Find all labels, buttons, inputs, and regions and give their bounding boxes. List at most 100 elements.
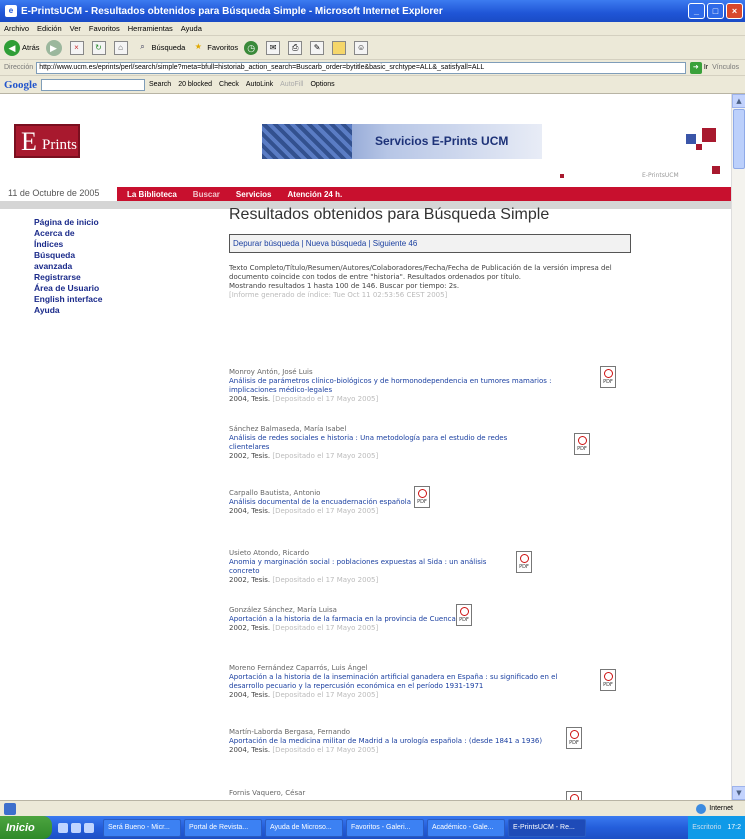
start-button[interactable]: Inicio [0,816,52,839]
nav-buscar[interactable]: Buscar [193,190,220,199]
print-button[interactable]: ⎙ [288,40,304,55]
go-arrow-icon: ➜ [689,61,702,74]
taskbar-item[interactable]: Ayuda de Microso... [265,818,343,837]
sidebar-item-ayuda[interactable]: Ayuda [34,305,144,316]
sidebar-item-area-usuario[interactable]: Área de Usuario [34,283,144,294]
site-banner: E Prints Servicios E-Prints UCM E-Prints… [0,94,731,179]
tray-clock: 17:2 [727,824,741,831]
result-title-link[interactable]: Análisis documental de la encuadernación… [229,498,419,507]
nav-la-biblioteca[interactable]: La Biblioteca [127,190,177,199]
pdf-icon[interactable]: PDF [414,486,430,508]
result-title-link[interactable]: Aportación a la historia de la inseminac… [229,673,589,691]
pdf-icon[interactable]: PDF [600,366,616,388]
pdf-icon[interactable]: PDF [574,433,590,455]
address-input[interactable]: http://www.ucm.es/eprints/perl/search/si… [36,61,686,74]
eprints-logo[interactable]: E Prints [14,124,80,158]
refresh-button[interactable]: ↻ [91,40,108,55]
scroll-down-icon[interactable]: ▼ [732,786,745,800]
search-actions[interactable]: Depurar búsqueda | Nueva búsqueda | Sigu… [229,234,631,253]
result-item: Carpallo Bautista, Antonio Análisis docu… [229,489,419,516]
pdf-icon[interactable]: PDF [566,727,582,749]
system-tray: Escritorio 17:2 [688,816,745,839]
menu-edicion[interactable]: Edición [37,24,62,33]
taskbar-item[interactable]: Favoritos - Galeri... [346,818,424,837]
nav-servicios[interactable]: Servicios [236,190,272,199]
check-button[interactable]: Check [219,81,239,88]
globe-icon [696,803,707,814]
home-button[interactable]: ⌂ [113,40,130,55]
options-button[interactable]: Options [310,81,334,88]
autolink-button[interactable]: AutoLink [246,81,273,88]
favorites-button[interactable]: ★ Favoritos [191,41,238,55]
google-search-input[interactable] [41,78,145,91]
sidebar-item-registrarse[interactable]: Registrarse [34,272,144,283]
page-status-icon [4,802,16,815]
pdf-icon[interactable]: PDF [516,551,532,573]
result-title-link[interactable]: Análisis de redes sociales e historia : … [229,434,549,452]
search-button[interactable]: ⌕ Búsqueda [136,41,185,55]
nav-atencion[interactable]: Atención 24 h. [288,190,343,199]
result-item: Martín-Laborda Bergasa, Fernando Aportac… [229,728,559,755]
scroll-thumb[interactable] [733,109,745,169]
back-button[interactable]: ◀ Atrás [4,39,40,56]
result-author: Usieto Atondo, Ricardo [229,549,310,557]
result-title-link[interactable]: Análisis de parámetros clínico-biológico… [229,377,589,395]
decor-square [560,174,564,178]
taskbar-item-active[interactable]: E-PrintsUCM - Re... [508,818,586,837]
autofill-button[interactable]: AutoFill [280,81,303,88]
tray-label[interactable]: Escritorio [692,816,721,839]
result-author: Martín-Laborda Bergasa, Fernando [229,728,351,736]
menu-archivo[interactable]: Archivo [4,24,29,33]
summary-query: Texto Completo/Título/Resumen/Autores/Co… [229,264,612,281]
google-logo[interactable]: Google [4,79,37,91]
sidebar-item-acerca[interactable]: Acerca de [34,228,144,239]
links-button[interactable]: Vínculos [712,64,739,71]
menu-ayuda[interactable]: Ayuda [181,24,202,33]
taskbar-item[interactable]: Será Bueno - Micr... [103,818,181,837]
result-meta: 2002, Tesis. [229,624,271,632]
result-title-link[interactable]: Aportación a la historia de la farmacia … [229,615,459,624]
history-icon: ◷ [244,40,259,55]
result-item: Usieto Atondo, Ricardo Anomia y marginac… [229,549,519,585]
quick-launch [58,822,97,833]
mail-icon: ✉ [266,40,281,55]
summary-count: Mostrando resultados 1 hasta 100 de 146.… [229,282,460,290]
pdf-icon[interactable]: PDF [456,604,472,626]
taskbar-item[interactable]: Portal de Revista... [184,818,262,837]
result-meta: 2004, Tesis. [229,691,271,699]
sidebar-item-english[interactable]: English interface [34,294,144,305]
taskbar-item[interactable]: Académico - Gale... [427,818,505,837]
quicklaunch-icon[interactable] [58,822,68,833]
result-title-link[interactable]: Anomia y marginación social : poblacione… [229,558,519,576]
scroll-up-icon[interactable]: ▲ [732,94,745,108]
minimize-button[interactable]: _ [688,3,705,19]
mail-button[interactable]: ✉ [266,40,282,55]
go-button[interactable]: ➜ Ir [689,61,708,74]
quicklaunch-icon[interactable] [71,822,81,833]
pdf-icon[interactable]: PDF [600,669,616,691]
google-search-button[interactable]: Search [149,81,171,88]
history-button[interactable]: ◷ [244,40,260,55]
pdf-icon[interactable]: PDF [566,791,582,800]
quicklaunch-icon[interactable] [84,822,94,833]
sidebar-item-inicio[interactable]: Página de inicio [34,217,144,228]
sidebar-item-busqueda-avanzada[interactable]: Búsqueda avanzada [34,250,94,272]
edit-button[interactable]: ✎ [310,40,326,55]
forward-button[interactable]: ▶ [45,39,64,56]
maximize-button[interactable]: □ [707,3,724,19]
result-deposit: [Depositado el 17 Mayo 2005] [272,576,379,584]
messenger-icon: ☺ [354,40,369,55]
popup-blocked-button[interactable]: 20 blocked [178,81,212,88]
close-button[interactable]: × [726,3,743,19]
result-deposit: [Depositado el 17 Mayo 2005] [272,507,379,515]
sidebar-item-indices[interactable]: Índices [34,239,144,250]
folder-button[interactable] [332,40,348,55]
menu-favoritos[interactable]: Favoritos [89,24,120,33]
menu-ver[interactable]: Ver [70,24,81,33]
messenger-button[interactable]: ☺ [354,40,370,55]
result-title-link[interactable]: Aportación de la medicina militar de Mad… [229,737,559,746]
vertical-scrollbar[interactable]: ▲ ▼ [731,94,745,800]
menu-herramientas[interactable]: Herramientas [128,24,173,33]
refresh-icon: ↻ [91,40,106,55]
stop-button[interactable]: × [69,40,86,55]
